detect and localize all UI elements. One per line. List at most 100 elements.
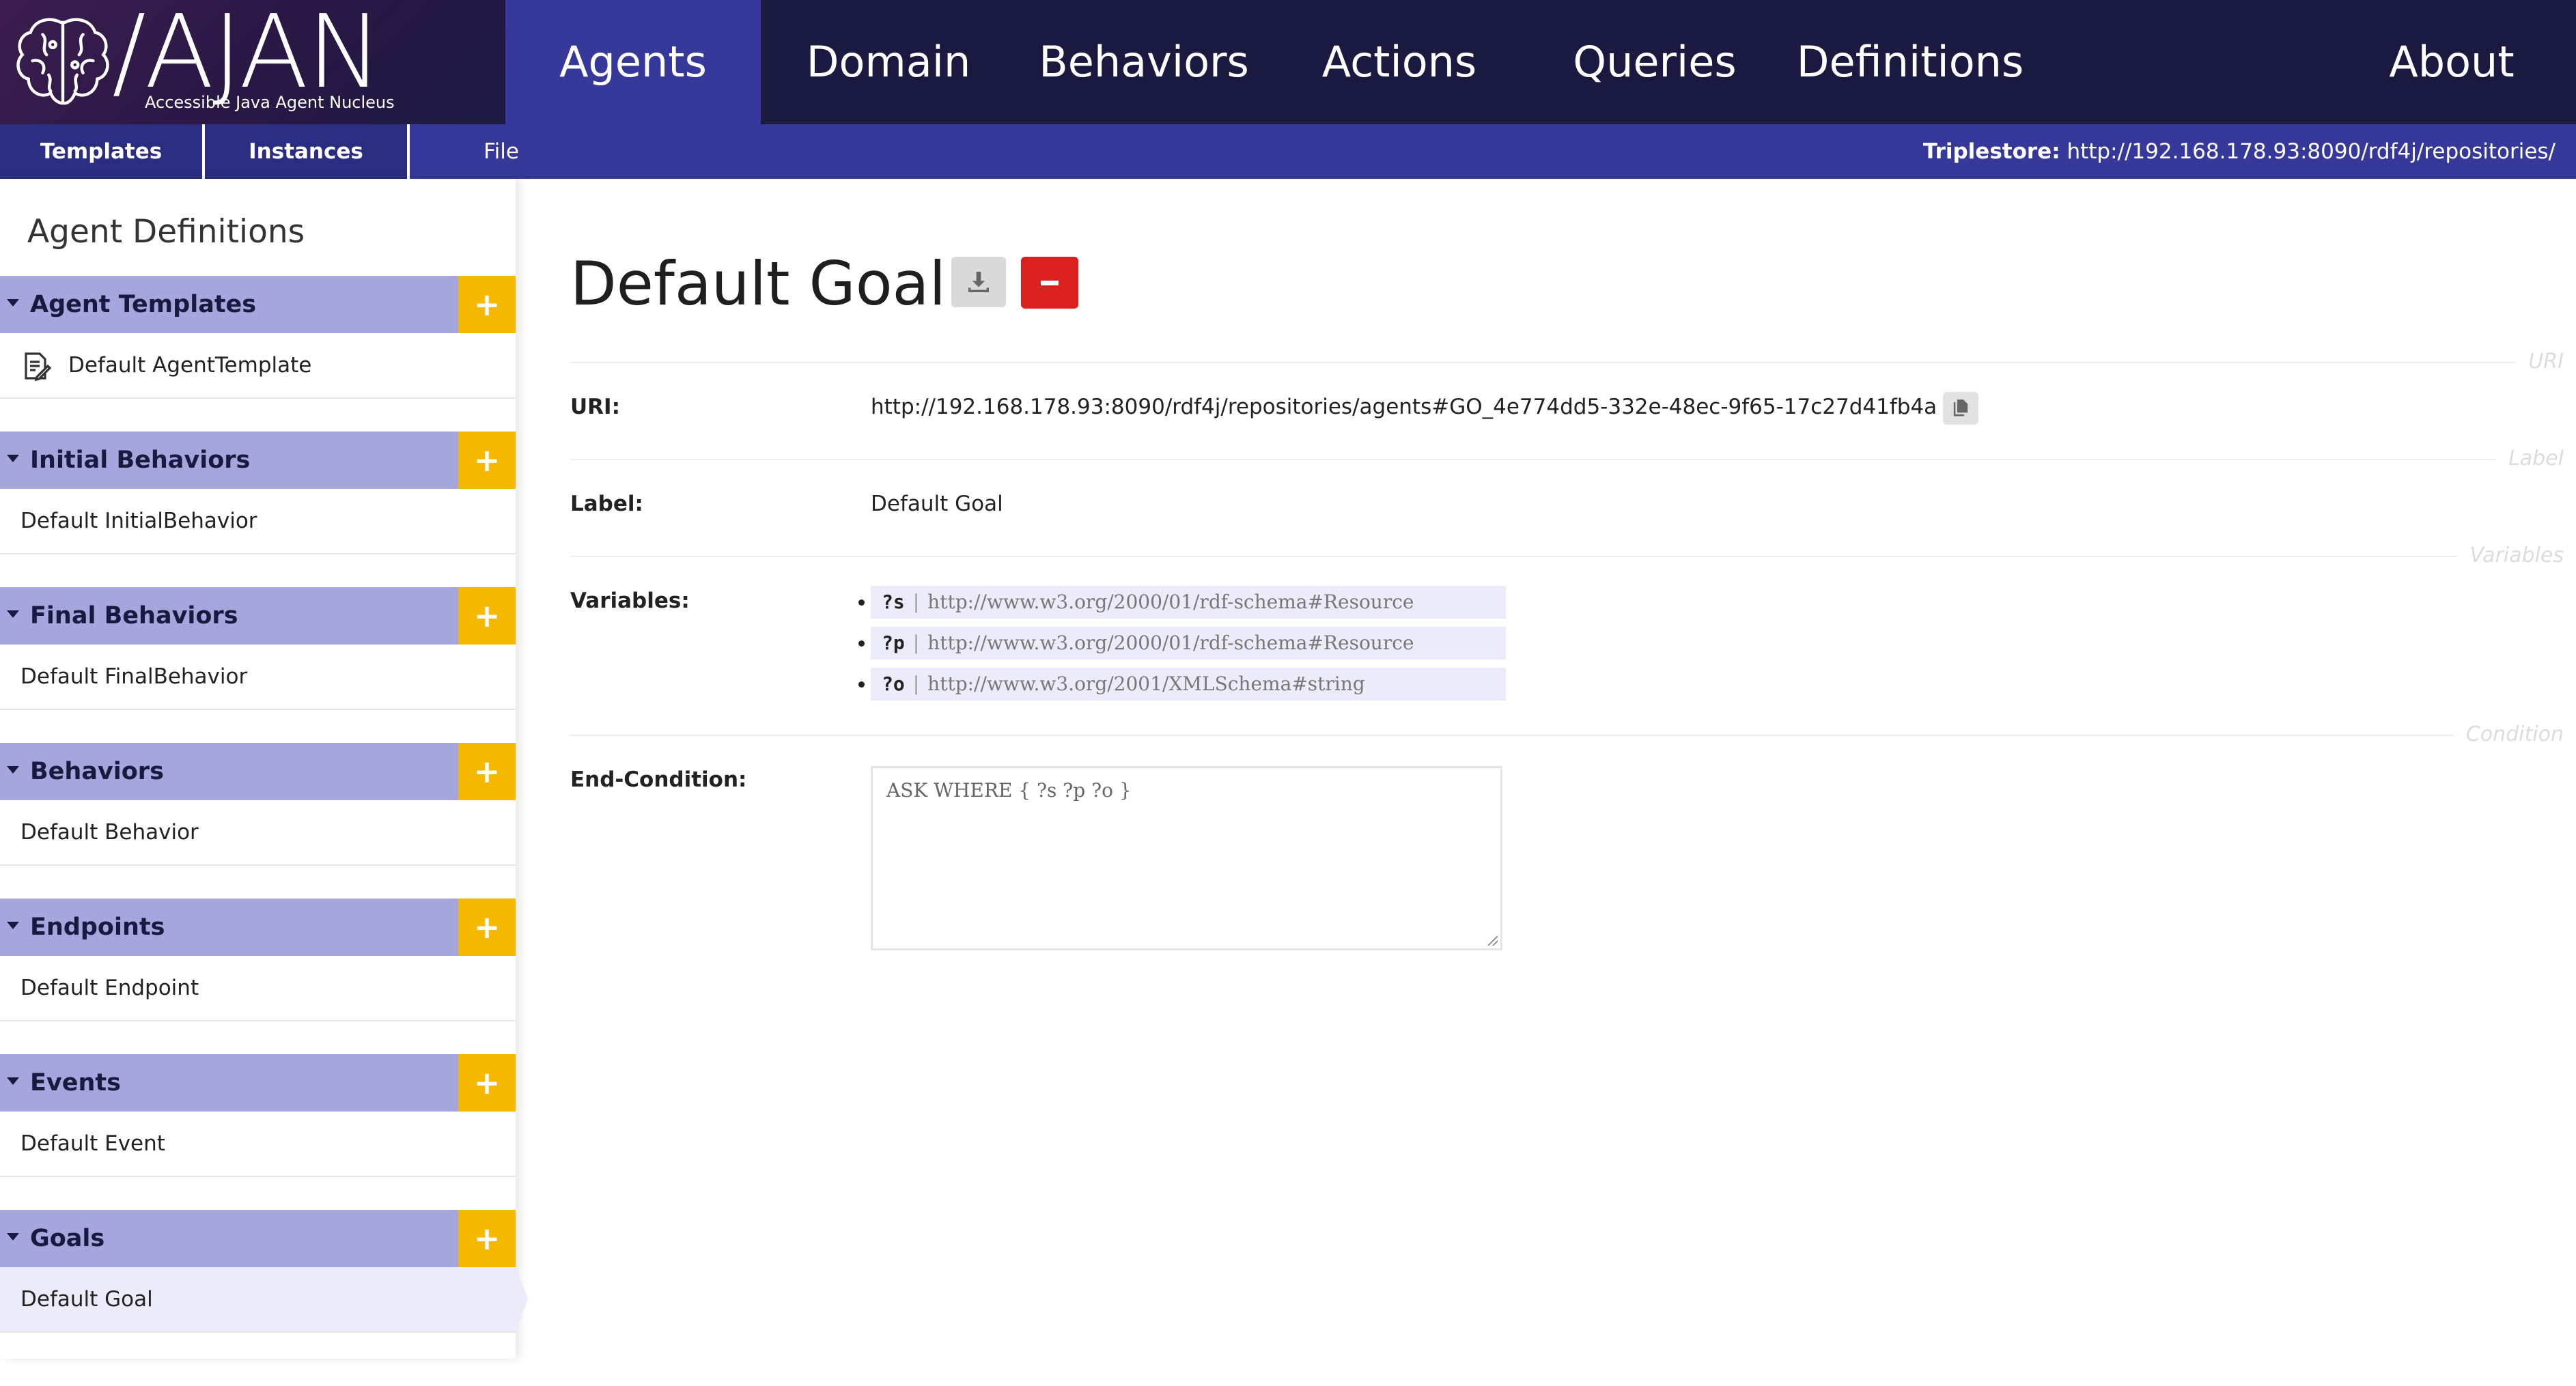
- sidebar-item-label: Default AgentTemplate: [68, 353, 312, 378]
- minus-icon: [1041, 281, 1059, 285]
- nav-queries[interactable]: Queries: [1527, 0, 1782, 124]
- top-navigation: /AJAN Accessible Java Agent Nucleus Agen…: [0, 0, 2576, 124]
- triplestore-url[interactable]: http://192.168.178.93:8090/rdf4j/reposit…: [2067, 139, 2556, 164]
- bullet: [858, 599, 865, 606]
- section-divider: [570, 362, 2537, 363]
- sidebar-item-default-initialbehavior[interactable]: Default InitialBehavior: [0, 489, 516, 554]
- add-behavior-button[interactable]: +: [458, 743, 516, 800]
- bullet: [858, 681, 865, 688]
- variable-type: http://www.w3.org/2001/XMLSchema#string: [927, 673, 1365, 695]
- variable-separator: |: [912, 591, 920, 613]
- section-label: Endpoints: [30, 914, 165, 941]
- section-label: Final Behaviors: [30, 602, 238, 630]
- add-initial-behavior-button[interactable]: +: [458, 432, 516, 489]
- add-goal-button[interactable]: +: [458, 1210, 516, 1267]
- section-label: Initial Behaviors: [30, 447, 251, 474]
- section-label: Events: [30, 1069, 121, 1097]
- variable-type: http://www.w3.org/2000/01/rdf-schema#Res…: [927, 632, 1414, 654]
- page-title: Default Goal: [570, 249, 946, 319]
- section-divider: [570, 459, 2537, 460]
- nav-about[interactable]: About: [2349, 0, 2554, 124]
- tab-instances[interactable]: Instances: [205, 124, 407, 179]
- caret-down-icon: [7, 766, 19, 774]
- section-header-endpoints[interactable]: Endpoints +: [0, 899, 516, 956]
- variable-separator: |: [912, 632, 920, 654]
- add-agent-template-button[interactable]: +: [458, 276, 516, 333]
- delete-button[interactable]: [1021, 257, 1078, 309]
- section-divider: [570, 556, 2537, 557]
- sidebar-title: Agent Definitions: [27, 213, 305, 251]
- label-label: Label:: [570, 492, 643, 516]
- variable-name: ?s: [882, 591, 905, 613]
- section-header-initial-behaviors[interactable]: Initial Behaviors +: [0, 432, 516, 489]
- sidebar-item-label: Default Behavior: [20, 820, 199, 845]
- section-tag-label: Label: [2496, 447, 2564, 470]
- sidebar-item-default-goal[interactable]: Default Goal: [0, 1267, 528, 1333]
- download-icon: [968, 272, 989, 292]
- sidebar-item-default-behavior[interactable]: Default Behavior: [0, 800, 516, 866]
- end-condition-value: ASK WHERE { ?s ?p ?o }: [886, 779, 1132, 802]
- sidebar-item-default-agenttemplate[interactable]: Default AgentTemplate: [0, 333, 516, 399]
- caret-down-icon: [7, 610, 19, 618]
- nav-actions[interactable]: Actions: [1272, 0, 1527, 124]
- sub-navigation: Templates Instances File Triplestore: ht…: [0, 124, 2576, 179]
- add-endpoint-button[interactable]: +: [458, 899, 516, 956]
- variables-label: Variables:: [570, 589, 690, 613]
- triplestore-info: Triplestore: http://192.168.178.93:8090/…: [1923, 124, 2556, 179]
- main-content: Default Goal URI URI: http://192.168.178…: [516, 179, 2576, 1386]
- section-header-final-behaviors[interactable]: Final Behaviors +: [0, 587, 516, 645]
- end-condition-label: End-Condition:: [570, 767, 747, 792]
- section-label: Agent Templates: [30, 291, 257, 318]
- end-condition-textarea[interactable]: ASK WHERE { ?s ?p ?o }: [871, 766, 1502, 950]
- nav-definitions[interactable]: Definitions: [1782, 0, 2038, 124]
- copy-uri-button[interactable]: [1943, 392, 1978, 425]
- caret-down-icon: [7, 299, 19, 307]
- section-label: Goals: [30, 1225, 105, 1252]
- brain-icon: [16, 18, 109, 105]
- uri-label: URI:: [570, 395, 620, 419]
- triplestore-label: Triplestore:: [1922, 139, 2060, 164]
- sidebar-item-label: Default FinalBehavior: [20, 664, 248, 689]
- add-event-button[interactable]: +: [458, 1054, 516, 1112]
- variable-name: ?o: [882, 673, 905, 695]
- section-divider: [570, 735, 2537, 736]
- sidebar-item-default-endpoint[interactable]: Default Endpoint: [0, 956, 516, 1021]
- caret-down-icon: [7, 922, 19, 929]
- variable-type: http://www.w3.org/2000/01/rdf-schema#Res…: [927, 591, 1414, 613]
- variable-chip: ?p | http://www.w3.org/2000/01/rdf-schema#…: [871, 627, 1506, 660]
- tab-file[interactable]: File: [410, 124, 593, 179]
- nav-agents[interactable]: Agents: [505, 0, 761, 124]
- section-header-goals[interactable]: Goals +: [0, 1210, 516, 1267]
- section-tag-condition: Condition: [2453, 722, 2564, 746]
- sidebar-item-label: Default Endpoint: [20, 976, 199, 1000]
- caret-down-icon: [7, 1077, 19, 1085]
- logo[interactable]: /AJAN Accessible Java Agent Nucleus: [0, 0, 505, 124]
- sidebar-item-default-finalbehavior[interactable]: Default FinalBehavior: [0, 645, 516, 710]
- section-tag-uri: URI: [2516, 350, 2564, 373]
- sidebar-item-label: Default Event: [20, 1131, 165, 1156]
- nav-behaviors[interactable]: Behaviors: [1016, 0, 1272, 124]
- add-final-behavior-button[interactable]: +: [458, 587, 516, 645]
- sidebar-item-default-event[interactable]: Default Event: [0, 1112, 516, 1177]
- resize-handle-icon[interactable]: [1488, 936, 1498, 946]
- section-tag-variables: Variables: [2457, 543, 2564, 567]
- section-header-events[interactable]: Events +: [0, 1054, 516, 1112]
- uri-value: http://192.168.178.93:8090/rdf4j/reposit…: [871, 395, 1937, 419]
- copy-icon: [1953, 399, 1968, 416]
- logo-subtitle: Accessible Java Agent Nucleus: [145, 93, 395, 112]
- caret-down-icon: [7, 1233, 19, 1241]
- variable-name: ?p: [882, 632, 905, 654]
- section-label: Behaviors: [30, 758, 164, 785]
- label-value: Default Goal: [871, 492, 1003, 516]
- section-header-behaviors[interactable]: Behaviors +: [0, 743, 516, 800]
- sidebar-item-label: Default Goal: [20, 1287, 153, 1312]
- download-button[interactable]: [951, 257, 1006, 307]
- variable-chip: ?s | http://www.w3.org/2000/01/rdf-schema#…: [871, 586, 1506, 619]
- section-header-agent-templates[interactable]: Agent Templates +: [0, 276, 516, 333]
- nav-domain[interactable]: Domain: [761, 0, 1016, 124]
- bullet: [858, 640, 865, 647]
- variable-chip: ?o | http://www.w3.org/2001/XMLSchema#stri…: [871, 668, 1506, 701]
- document-edit-icon: [25, 352, 52, 382]
- tab-templates[interactable]: Templates: [0, 124, 202, 179]
- logo-text: /AJAN: [112, 0, 382, 111]
